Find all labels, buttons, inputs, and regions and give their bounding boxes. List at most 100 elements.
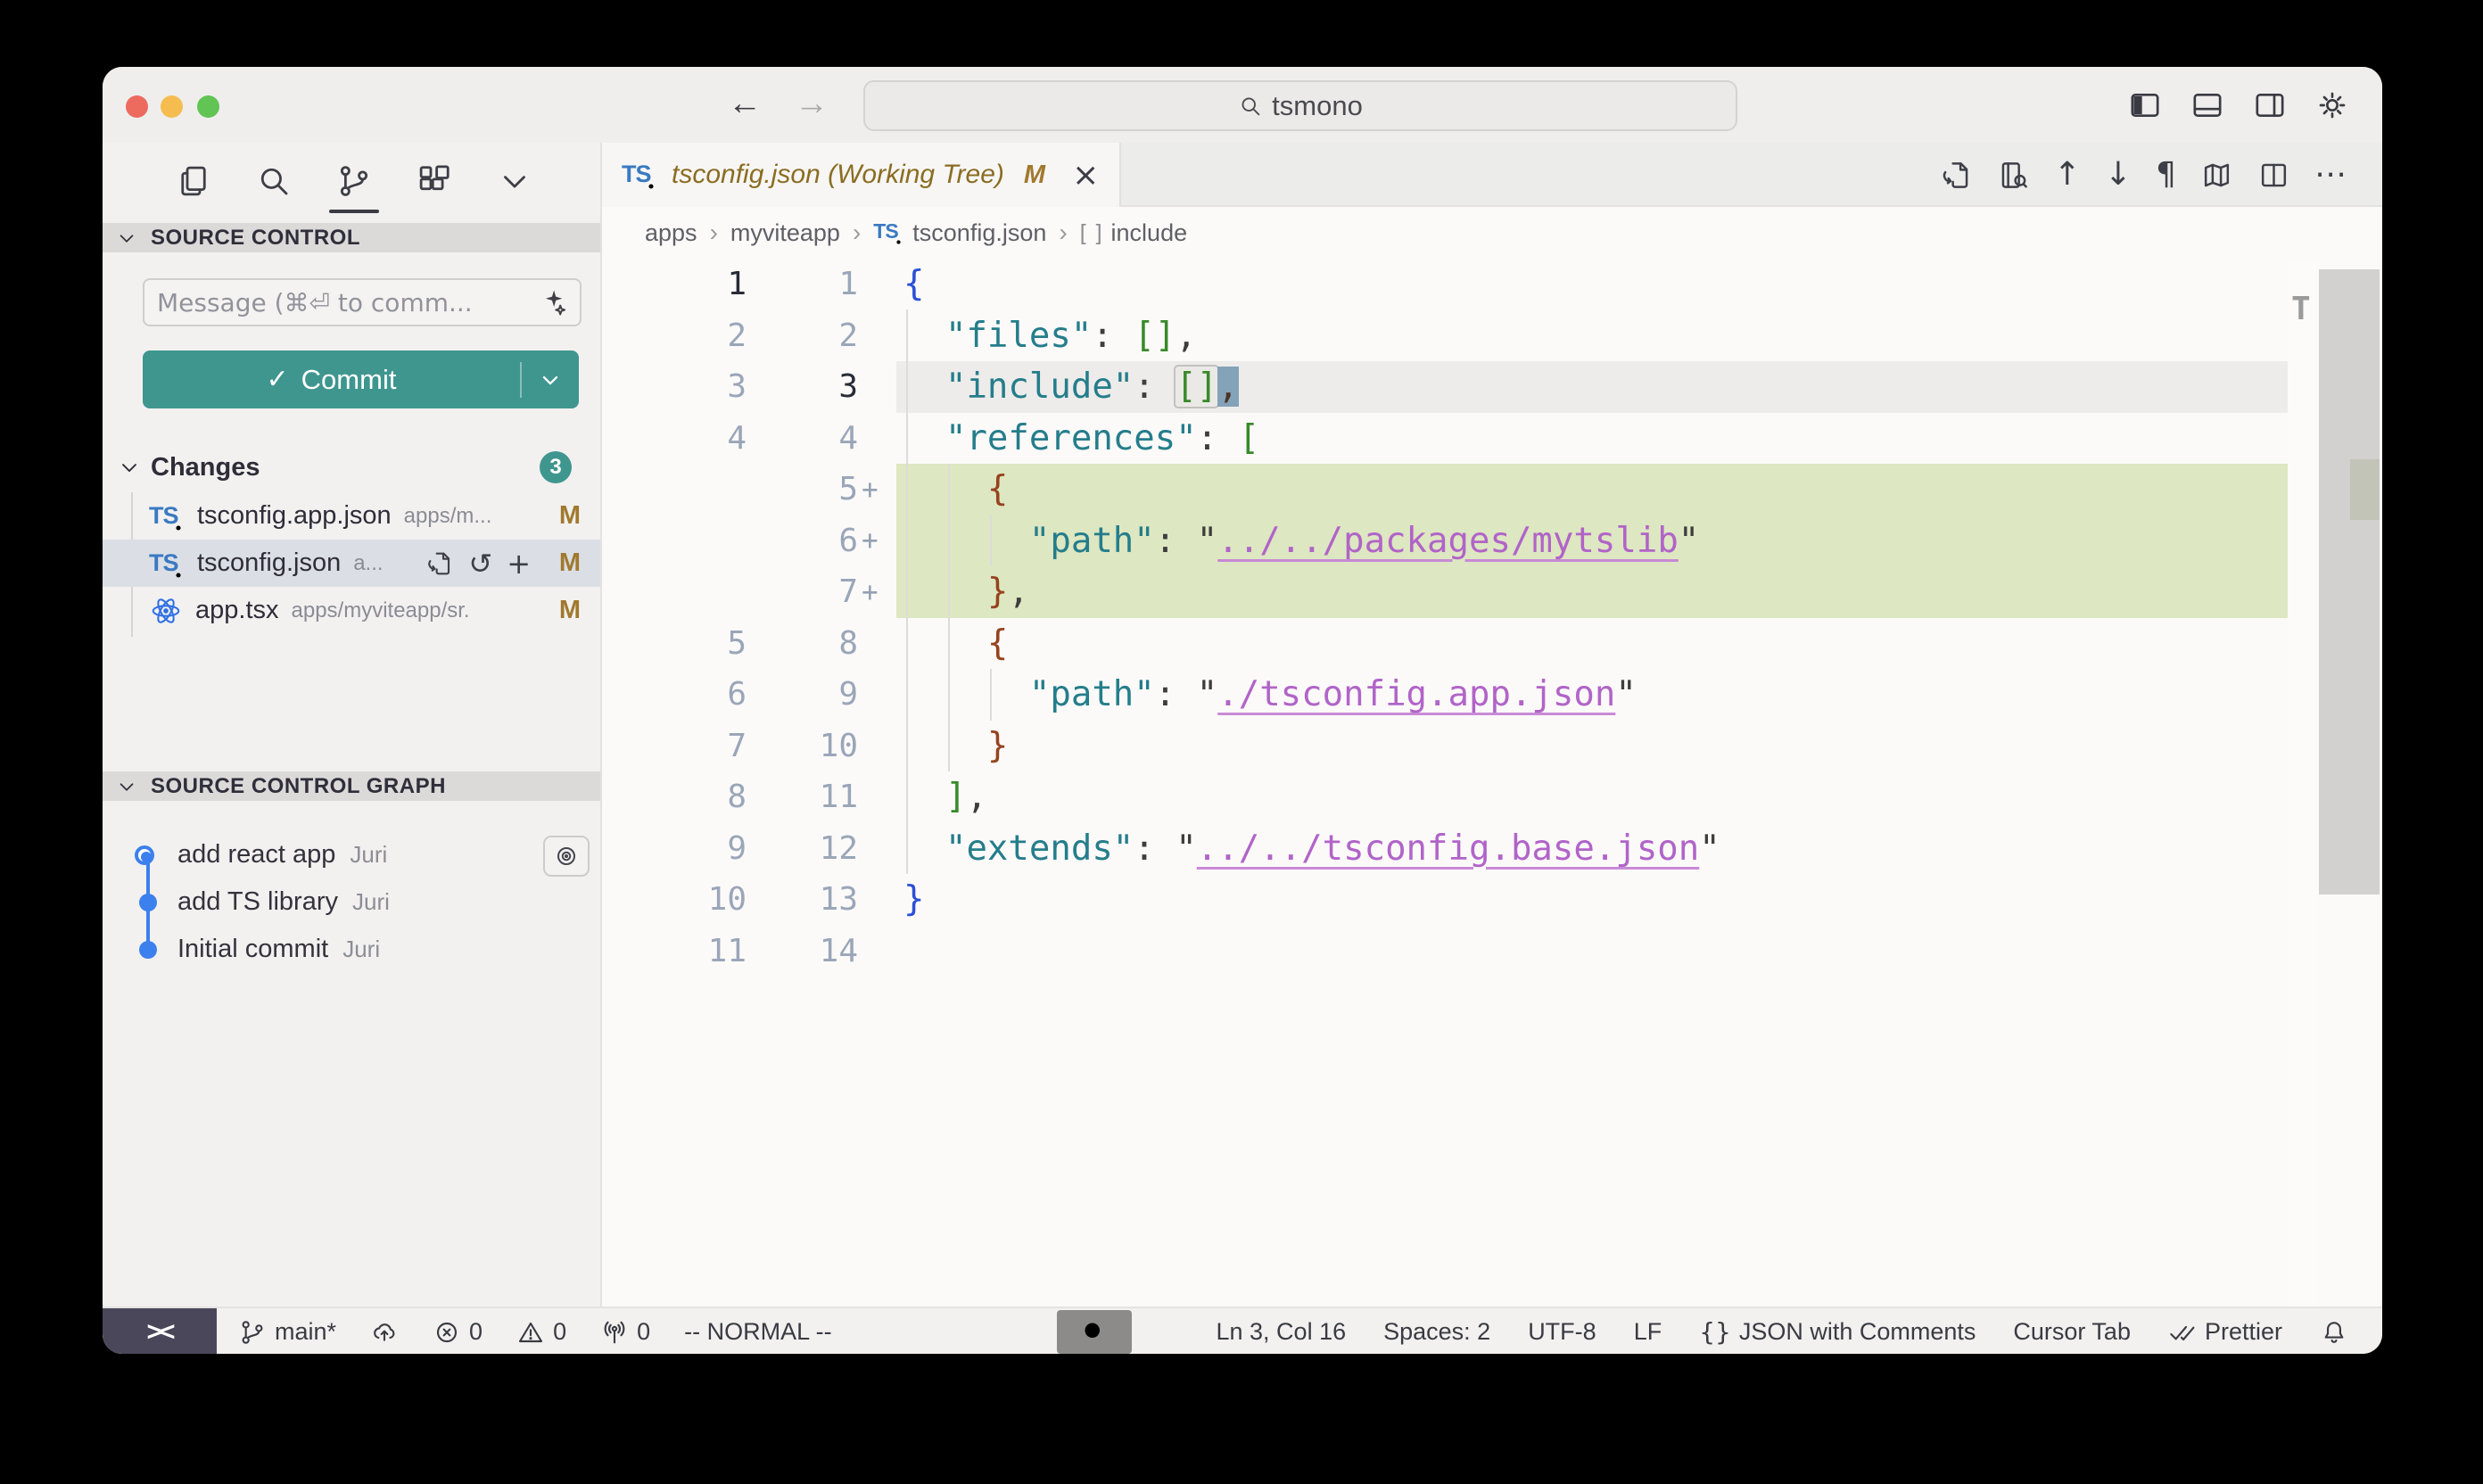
change-row-tsconfig.app.json[interactable]: TStsconfig.app.jsonapps/m...M xyxy=(103,492,600,540)
commit-button-main[interactable]: ✓ Commit xyxy=(143,364,520,396)
status-indentation[interactable]: Spaces: 2 xyxy=(1383,1318,1490,1346)
activity-item-chevron-down[interactable] xyxy=(495,154,534,208)
zoom-indicator[interactable] xyxy=(1057,1310,1132,1354)
close-tab-icon[interactable]: × xyxy=(1072,157,1099,194)
split-editor-icon[interactable] xyxy=(2257,159,2290,192)
breadcrumb-item-apps[interactable]: apps xyxy=(645,219,697,247)
status-cursor-position[interactable]: Ln 3, Col 16 xyxy=(1217,1318,1347,1346)
commit-message: add TS library xyxy=(177,887,338,917)
changes-list: TStsconfig.app.jsonapps/m...MTStsconfig.… xyxy=(103,492,600,634)
status-sync[interactable] xyxy=(370,1318,399,1347)
activity-bar xyxy=(103,143,600,219)
layout-panel-icon[interactable] xyxy=(2190,87,2225,123)
code-token: " xyxy=(1615,674,1636,714)
tab-label: tsconfig.json (Working Tree) xyxy=(672,160,1004,190)
breadcrumb-item-include[interactable]: [ ]include xyxy=(1080,219,1187,247)
previous-change-icon[interactable]: ↑ xyxy=(2054,159,2081,191)
more-icon[interactable]: ⋯ xyxy=(2314,159,2347,191)
remote-indicator-button[interactable]: >< xyxy=(103,1308,217,1354)
open-file-icon[interactable] xyxy=(425,549,454,578)
status-ports[interactable]: 0 xyxy=(600,1318,650,1347)
nav-back-button[interactable]: ← xyxy=(722,85,767,123)
code-line-7[interactable]: 7+ }, xyxy=(602,566,2288,618)
code-line-14[interactable]: 1114 xyxy=(602,926,2288,977)
activity-item-extensions[interactable] xyxy=(415,154,454,208)
close-window-button[interactable] xyxy=(126,95,148,118)
activity-item-files[interactable] xyxy=(174,154,213,208)
code-token: ../../packages/mytslib xyxy=(1217,521,1679,561)
modified-line-number: 4 xyxy=(747,420,858,457)
code-line-12[interactable]: 912 "extends": "../../tsconfig.base.json… xyxy=(602,823,2288,875)
code-line-4[interactable]: 44 "references": [ xyxy=(602,413,2288,465)
screenshot-root: ← → tsmono SOURCE CONTROL Message (⌘⏎ to… xyxy=(0,0,2483,1484)
stage-icon[interactable]: + xyxy=(507,549,531,578)
nav-forward-button[interactable]: → xyxy=(789,85,834,123)
render-whitespace-icon[interactable]: ¶ xyxy=(2156,159,2176,191)
code-line-2[interactable]: 22 "files": [], xyxy=(602,310,2288,362)
code-line-11[interactable]: 811 ], xyxy=(602,771,2288,823)
error-icon xyxy=(433,1318,461,1347)
open-changes-icon[interactable] xyxy=(1940,159,1973,192)
next-change-icon[interactable]: ↓ xyxy=(2105,159,2132,191)
code-token xyxy=(903,469,987,509)
commit-message-input[interactable]: Message (⌘⏎ to comm... xyxy=(143,278,582,326)
status-language-mode[interactable]: {}JSON with Comments xyxy=(1699,1318,1976,1346)
scrollbar[interactable] xyxy=(2319,259,2380,1307)
breadcrumb-item-myviteapp[interactable]: myviteapp xyxy=(730,219,840,247)
status-encoding[interactable]: UTF-8 xyxy=(1528,1318,1596,1346)
code-line-6[interactable]: 6+ "path": "../../packages/mytslib" xyxy=(602,515,2288,567)
code-token: } xyxy=(987,726,1008,766)
diff-editor[interactable]: 11{22 "files": [],33 "include": [],44 "r… xyxy=(602,259,2288,977)
status-notifications[interactable] xyxy=(2320,1318,2348,1347)
settings-gear-icon[interactable] xyxy=(2314,87,2350,123)
tab-tsconfig-working-tree[interactable]: TS tsconfig.json (Working Tree) M × xyxy=(602,143,1121,207)
layout-sidebar-right-icon[interactable] xyxy=(2252,87,2288,123)
commit-button[interactable]: ✓ Commit xyxy=(143,350,579,408)
activity-item-search[interactable] xyxy=(254,154,293,208)
code-token: "extends" xyxy=(945,829,1134,869)
source-control-graph-section-header[interactable]: SOURCE CONTROL GRAPH xyxy=(103,771,600,801)
minimize-window-button[interactable] xyxy=(161,95,183,118)
code-line-3[interactable]: 33 "include": [], xyxy=(602,361,2288,413)
code-line-5[interactable]: 5+ { xyxy=(602,464,2288,515)
status-cursor-tab[interactable]: Cursor Tab xyxy=(2013,1318,2131,1346)
scrollbar-slider[interactable] xyxy=(2319,269,2380,895)
status-eol[interactable]: LF xyxy=(1634,1318,1662,1346)
status-label: Ln 3, Col 16 xyxy=(1217,1318,1347,1346)
code-text: "include": [], xyxy=(896,361,2288,413)
status-vim-mode[interactable]: -- NORMAL -- xyxy=(684,1318,831,1346)
code-line-13[interactable]: 1013} xyxy=(602,874,2288,926)
checkout-target-button[interactable] xyxy=(543,836,590,877)
code-line-1[interactable]: 11{ xyxy=(602,259,2288,310)
discard-icon[interactable]: ↺ xyxy=(468,549,492,578)
status-warnings[interactable]: 0 xyxy=(516,1318,566,1347)
code-line-9[interactable]: 69 "path": "./tsconfig.app.json" xyxy=(602,669,2288,721)
original-line-number: 11 xyxy=(602,933,747,969)
commit-row-2[interactable]: add TS libraryJuri xyxy=(103,878,600,926)
minimap[interactable]: T xyxy=(2288,259,2319,1307)
status-branch[interactable]: main* xyxy=(238,1318,336,1347)
code-text: "path": "../../packages/mytslib" xyxy=(896,515,2288,567)
sparkle-icon[interactable] xyxy=(537,287,567,317)
commit-row-3[interactable]: Initial commitJuri xyxy=(103,926,600,973)
code-line-8[interactable]: 58 { xyxy=(602,618,2288,670)
command-center-search[interactable]: tsmono xyxy=(863,80,1737,131)
code-text: "references": [ xyxy=(896,413,2288,465)
map-icon[interactable] xyxy=(2200,159,2233,192)
breadcrumb-item-tsconfig.json[interactable]: TStsconfig.json xyxy=(873,219,1046,247)
status-formatter[interactable]: Prettier xyxy=(2168,1318,2282,1347)
commit-row-1[interactable]: add react appJuri xyxy=(103,831,600,878)
file-search-icon[interactable] xyxy=(1997,159,2030,192)
change-row-app.tsx[interactable]: app.tsxapps/myviteapp/sr...M xyxy=(103,587,600,634)
change-row-tsconfig.json[interactable]: TStsconfig.jsona...↺+M xyxy=(103,540,600,587)
changes-header[interactable]: Changes 3 xyxy=(103,445,600,490)
extensions-icon xyxy=(416,162,453,200)
source-control-section-header[interactable]: SOURCE CONTROL xyxy=(103,223,600,252)
status-label: LF xyxy=(1634,1318,1662,1346)
zoom-window-button[interactable] xyxy=(197,95,219,118)
code-line-10[interactable]: 710 } xyxy=(602,721,2288,772)
commit-dropdown-button[interactable] xyxy=(522,367,579,392)
activity-item-source-control[interactable] xyxy=(334,154,374,208)
status-errors[interactable]: 0 xyxy=(433,1318,483,1347)
layout-sidebar-left-icon[interactable] xyxy=(2127,87,2163,123)
